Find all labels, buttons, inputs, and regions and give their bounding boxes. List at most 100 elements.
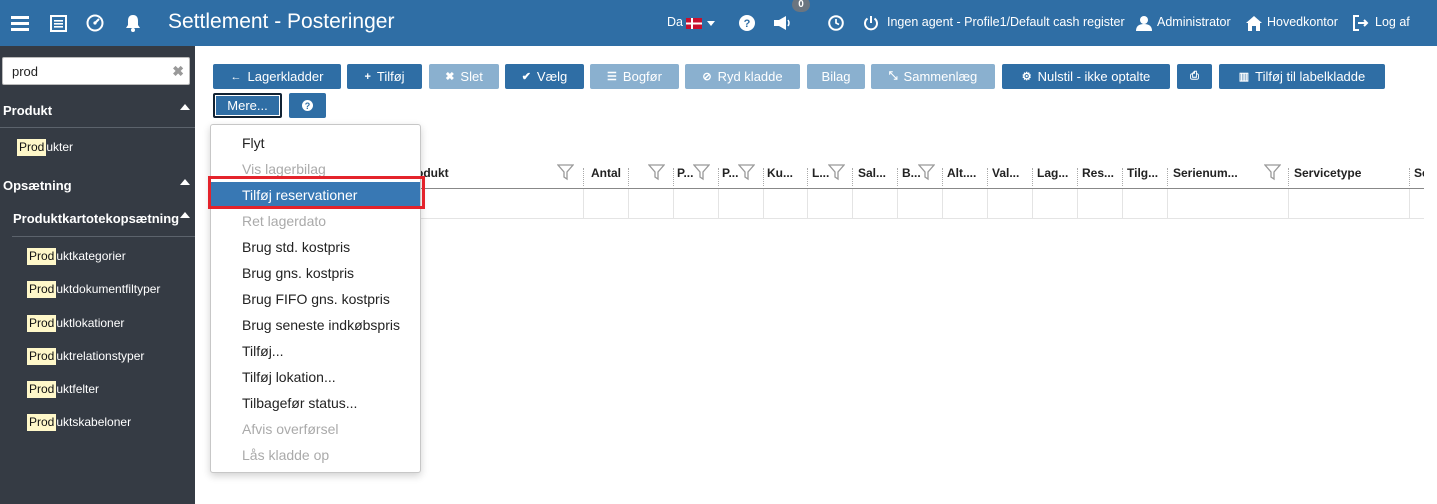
column-separator[interactable]: [852, 168, 853, 186]
column-header[interactable]: Val...: [992, 163, 1030, 188]
caret-up-icon[interactable]: [180, 104, 190, 110]
column-header[interactable]: Tilg...: [1127, 163, 1165, 188]
column-separator[interactable]: [1122, 168, 1123, 186]
column-header[interactable]: Serienum...: [1173, 163, 1257, 188]
column-separator[interactable]: [942, 168, 943, 186]
menu-item-tilfoj-reservationer[interactable]: Tilføj reservationer: [211, 182, 420, 208]
column-header[interactable]: P...: [677, 163, 694, 188]
column-separator[interactable]: [763, 168, 764, 186]
filter-icon[interactable]: [738, 164, 755, 181]
grid-cell-border: [942, 189, 943, 218]
caret-up-icon[interactable]: [180, 179, 190, 185]
column-header[interactable]: Antal: [591, 163, 629, 188]
megaphone-icon[interactable]: [772, 0, 794, 46]
logout-icon[interactable]: [1352, 0, 1370, 46]
filter-icon[interactable]: [648, 164, 665, 181]
clear-journal-button[interactable]: ⊘ Ryd kladde: [685, 64, 800, 89]
menu-item-tilbagefor-status[interactable]: Tilbagefør status...: [211, 390, 420, 416]
print-button[interactable]: ⎙: [1177, 64, 1212, 89]
reset-uncounted-button[interactable]: ⚙ Nulstil - ikke optalte: [1002, 64, 1170, 89]
menu-item-brug-std-kostpris[interactable]: Brug std. kostpris: [211, 234, 420, 260]
column-separator[interactable]: [987, 168, 988, 186]
column-separator[interactable]: [1032, 168, 1033, 186]
column-separator[interactable]: [1409, 168, 1410, 186]
column-separator[interactable]: [1167, 168, 1168, 186]
column-header[interactable]: Servicetype: [1294, 163, 1404, 188]
bell-icon[interactable]: [123, 0, 143, 46]
sidebar-item-produktskabeloner[interactable]: Prod uktskabeloner: [27, 414, 131, 431]
search-input-value[interactable]: prod: [12, 64, 38, 79]
menu-item-tilfoj[interactable]: Tilføj...: [211, 338, 420, 364]
column-separator[interactable]: [1288, 168, 1289, 186]
column-header[interactable]: L...: [812, 163, 829, 188]
column-header[interactable]: Res...: [1082, 163, 1120, 188]
sidebar-subsection-produktkartotek[interactable]: Produktkartotekopsætning: [13, 211, 179, 226]
sidebar-section-opsaetning[interactable]: Opsætning: [3, 178, 72, 193]
filter-icon[interactable]: [828, 164, 845, 181]
agent-label[interactable]: Ingen agent - Profile1/Default cash regi…: [887, 15, 1125, 29]
home-icon[interactable]: [1245, 0, 1263, 46]
menu-item-vis-lagerbilag[interactable]: Vis lagerbilag: [211, 156, 420, 182]
user-icon[interactable]: [1135, 0, 1153, 46]
menu-item-las-kladde-op[interactable]: Lås kladde op: [211, 442, 420, 468]
more-button[interactable]: Mere...: [213, 93, 282, 118]
delete-button[interactable]: ✖ Slet: [429, 64, 499, 89]
caret-up-icon[interactable]: [180, 212, 190, 218]
language-label[interactable]: Da: [667, 15, 683, 29]
column-separator[interactable]: [718, 168, 719, 186]
menu-item-flyt[interactable]: Flyt: [211, 130, 420, 156]
dashboard-icon[interactable]: [85, 0, 105, 46]
menu-item-ret-lagerdato[interactable]: Ret lagerdato: [211, 208, 420, 234]
help-icon[interactable]: ?: [738, 0, 756, 46]
menu-item-brug-seneste-indkobspris[interactable]: Brug seneste indkøbspris: [211, 312, 420, 338]
filter-icon[interactable]: [1264, 164, 1281, 181]
close-icon[interactable]: ✖: [172, 63, 184, 80]
filter-icon[interactable]: [918, 164, 935, 181]
column-separator[interactable]: [897, 168, 898, 186]
lagerkladder-button[interactable]: ← Lagerkladder: [213, 64, 341, 89]
sidebar-item-produktlokationer[interactable]: Prod uktlokationer: [27, 315, 124, 332]
add-button[interactable]: + Tilføj: [347, 64, 422, 89]
sidebar-item-produktfelter[interactable]: Prod uktfelter: [27, 381, 99, 398]
column-separator[interactable]: [673, 168, 674, 186]
filter-icon[interactable]: [557, 164, 574, 181]
column-header[interactable]: Se: [1414, 163, 1424, 188]
sidebar-item-produktrelationstyper[interactable]: Prod uktrelationstyper: [27, 348, 144, 365]
select-button[interactable]: ✔ Vælg: [505, 64, 584, 89]
merge-button[interactable]: ⤡ Sammenlæg: [871, 64, 995, 89]
add-to-label-journal-button[interactable]: ▥ Tilføj til labelkladde: [1219, 64, 1385, 89]
danish-flag-icon[interactable]: [685, 0, 703, 46]
column-header[interactable]: Sal...: [858, 163, 894, 188]
post-button[interactable]: ☰ Bogfør: [590, 64, 679, 89]
column-header[interactable]: Alt....: [947, 163, 985, 188]
menu-item-brug-gns-kostpris[interactable]: Brug gns. kostpris: [211, 260, 420, 286]
grid-cell-border: [1077, 189, 1078, 218]
sidebar-item-produktkategorier[interactable]: Prod uktkategorier: [27, 248, 126, 265]
menu-icon[interactable]: [8, 0, 32, 46]
column-separator[interactable]: [807, 168, 808, 186]
column-separator[interactable]: [628, 168, 629, 186]
chevron-down-icon[interactable]: [706, 0, 716, 46]
user-label[interactable]: Administrator: [1157, 15, 1231, 29]
column-separator[interactable]: [583, 168, 584, 186]
sidebar-item-produkter[interactable]: Prod ukter: [17, 139, 73, 156]
column-header[interactable]: odukt: [416, 163, 546, 188]
power-icon[interactable]: [862, 0, 880, 46]
column-header[interactable]: Lag...: [1037, 163, 1075, 188]
voucher-button[interactable]: Bilag: [807, 64, 865, 89]
column-header[interactable]: Ku...: [767, 163, 805, 188]
office-label[interactable]: Hovedkontor: [1267, 15, 1338, 29]
clock-icon[interactable]: [827, 0, 845, 46]
help-button[interactable]: ?: [289, 93, 326, 118]
menu-item-brug-fifo-gns-kostpris[interactable]: Brug FIFO gns. kostpris: [211, 286, 420, 312]
logout-label[interactable]: Log af: [1375, 15, 1410, 29]
grid-icon[interactable]: [48, 0, 68, 46]
menu-item-afvis-overforsel[interactable]: Afvis overførsel: [211, 416, 420, 442]
sidebar-item-produktdokumentfiltyper[interactable]: Prod uktdokumentfiltyper: [27, 281, 160, 298]
menu-item-tilfoj-lokation[interactable]: Tilføj lokation...: [211, 364, 420, 390]
filter-icon[interactable]: [693, 164, 710, 181]
column-header[interactable]: P...: [722, 163, 739, 188]
column-separator[interactable]: [1077, 168, 1078, 186]
sidebar-section-produkt[interactable]: Produkt: [3, 103, 52, 118]
search-input[interactable]: prod ✖: [2, 57, 190, 85]
